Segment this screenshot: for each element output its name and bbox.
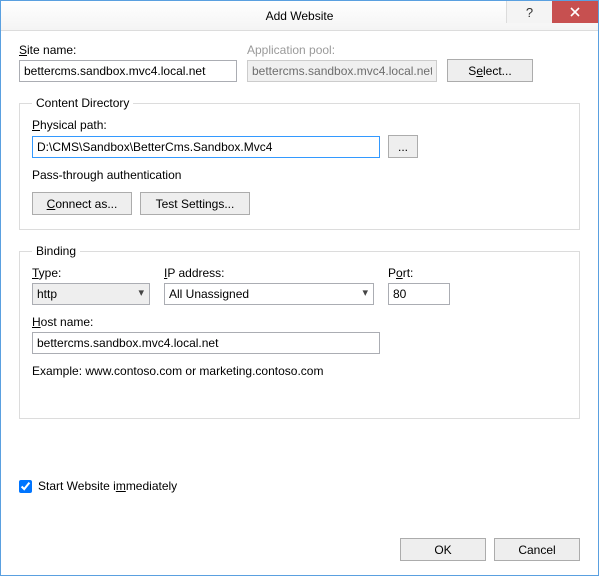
site-name-input[interactable]: [19, 60, 237, 82]
start-immediately-label: Start Website immediately: [38, 479, 177, 493]
window-title: Add Website: [266, 9, 334, 23]
start-immediately-checkbox[interactable]: [19, 480, 32, 493]
binding-type-select[interactable]: http: [32, 283, 150, 305]
binding-port-input[interactable]: [388, 283, 450, 305]
host-name-input[interactable]: [32, 332, 380, 354]
physical-path-label: Physical path:: [32, 118, 567, 132]
binding-legend: Binding: [32, 244, 80, 258]
browse-path-button[interactable]: ...: [388, 135, 418, 158]
binding-port-label: Port:: [388, 266, 450, 280]
content-directory-legend: Content Directory: [32, 96, 133, 110]
ok-button[interactable]: OK: [400, 538, 486, 561]
close-icon: [570, 7, 580, 17]
physical-path-input[interactable]: [32, 136, 380, 158]
binding-group: Binding Type: http IP address: All Unass…: [19, 244, 580, 419]
binding-type-label: Type:: [32, 266, 150, 280]
select-app-pool-button[interactable]: Select...: [447, 59, 533, 82]
close-button[interactable]: [552, 1, 598, 23]
window-controls: ?: [506, 1, 598, 23]
cancel-button[interactable]: Cancel: [494, 538, 580, 561]
binding-ip-label: IP address:: [164, 266, 374, 280]
help-button[interactable]: ?: [506, 1, 552, 23]
host-name-label: Host name:: [32, 315, 567, 329]
connect-as-button[interactable]: Connect as...: [32, 192, 132, 215]
app-pool-label: Application pool:: [247, 43, 437, 57]
site-name-label: Site name:: [19, 43, 237, 57]
test-settings-button[interactable]: Test Settings...: [140, 192, 250, 215]
host-name-example: Example: www.contoso.com or marketing.co…: [32, 364, 567, 378]
pass-through-label: Pass-through authentication: [32, 168, 567, 182]
app-pool-input: [247, 60, 437, 82]
binding-ip-select[interactable]: All Unassigned: [164, 283, 374, 305]
content-directory-group: Content Directory Physical path: ... Pas…: [19, 96, 580, 230]
dialog-content: Site name: Application pool: Select... C…: [1, 31, 598, 575]
title-bar: Add Website ?: [1, 1, 598, 31]
